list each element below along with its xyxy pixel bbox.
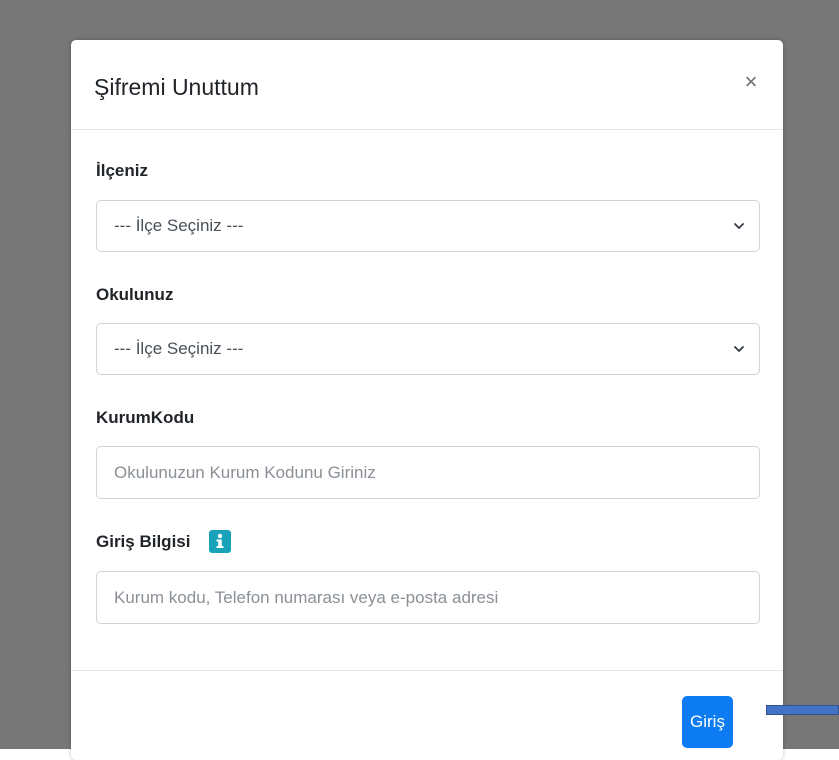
institution-code-label: KurumKodu [96, 408, 195, 427]
district-label: İlçeniz [96, 161, 148, 180]
login-button[interactable]: Giriş [682, 696, 733, 748]
institution-code-input[interactable] [96, 446, 760, 499]
close-icon: × [744, 69, 758, 94]
district-select[interactable]: --- İlçe Seçiniz --- [96, 200, 760, 252]
annotation-arrow [766, 705, 839, 715]
school-label: Okulunuz [96, 285, 174, 304]
login-info-input[interactable] [96, 571, 760, 624]
info-icon[interactable] [209, 530, 231, 553]
login-info-label: Giriş Bilgisi [96, 532, 191, 551]
modal-title: Şifremi Unuttum [94, 74, 259, 100]
school-select[interactable]: --- İlçe Seçiniz --- [96, 323, 760, 375]
school-select-value: --- İlçe Seçiniz --- [114, 339, 244, 358]
modal-footer-divider [71, 670, 783, 671]
close-button[interactable]: × [739, 70, 763, 94]
chevron-down-icon [734, 346, 744, 352]
district-select-value: --- İlçe Seçiniz --- [114, 216, 244, 235]
chevron-down-icon [734, 223, 744, 229]
info-glyph [216, 533, 224, 548]
forgot-password-modal: Şifremi Unuttum × İlçeniz --- İlçe Seçin… [71, 40, 783, 760]
modal-header: Şifremi Unuttum × [71, 40, 783, 130]
